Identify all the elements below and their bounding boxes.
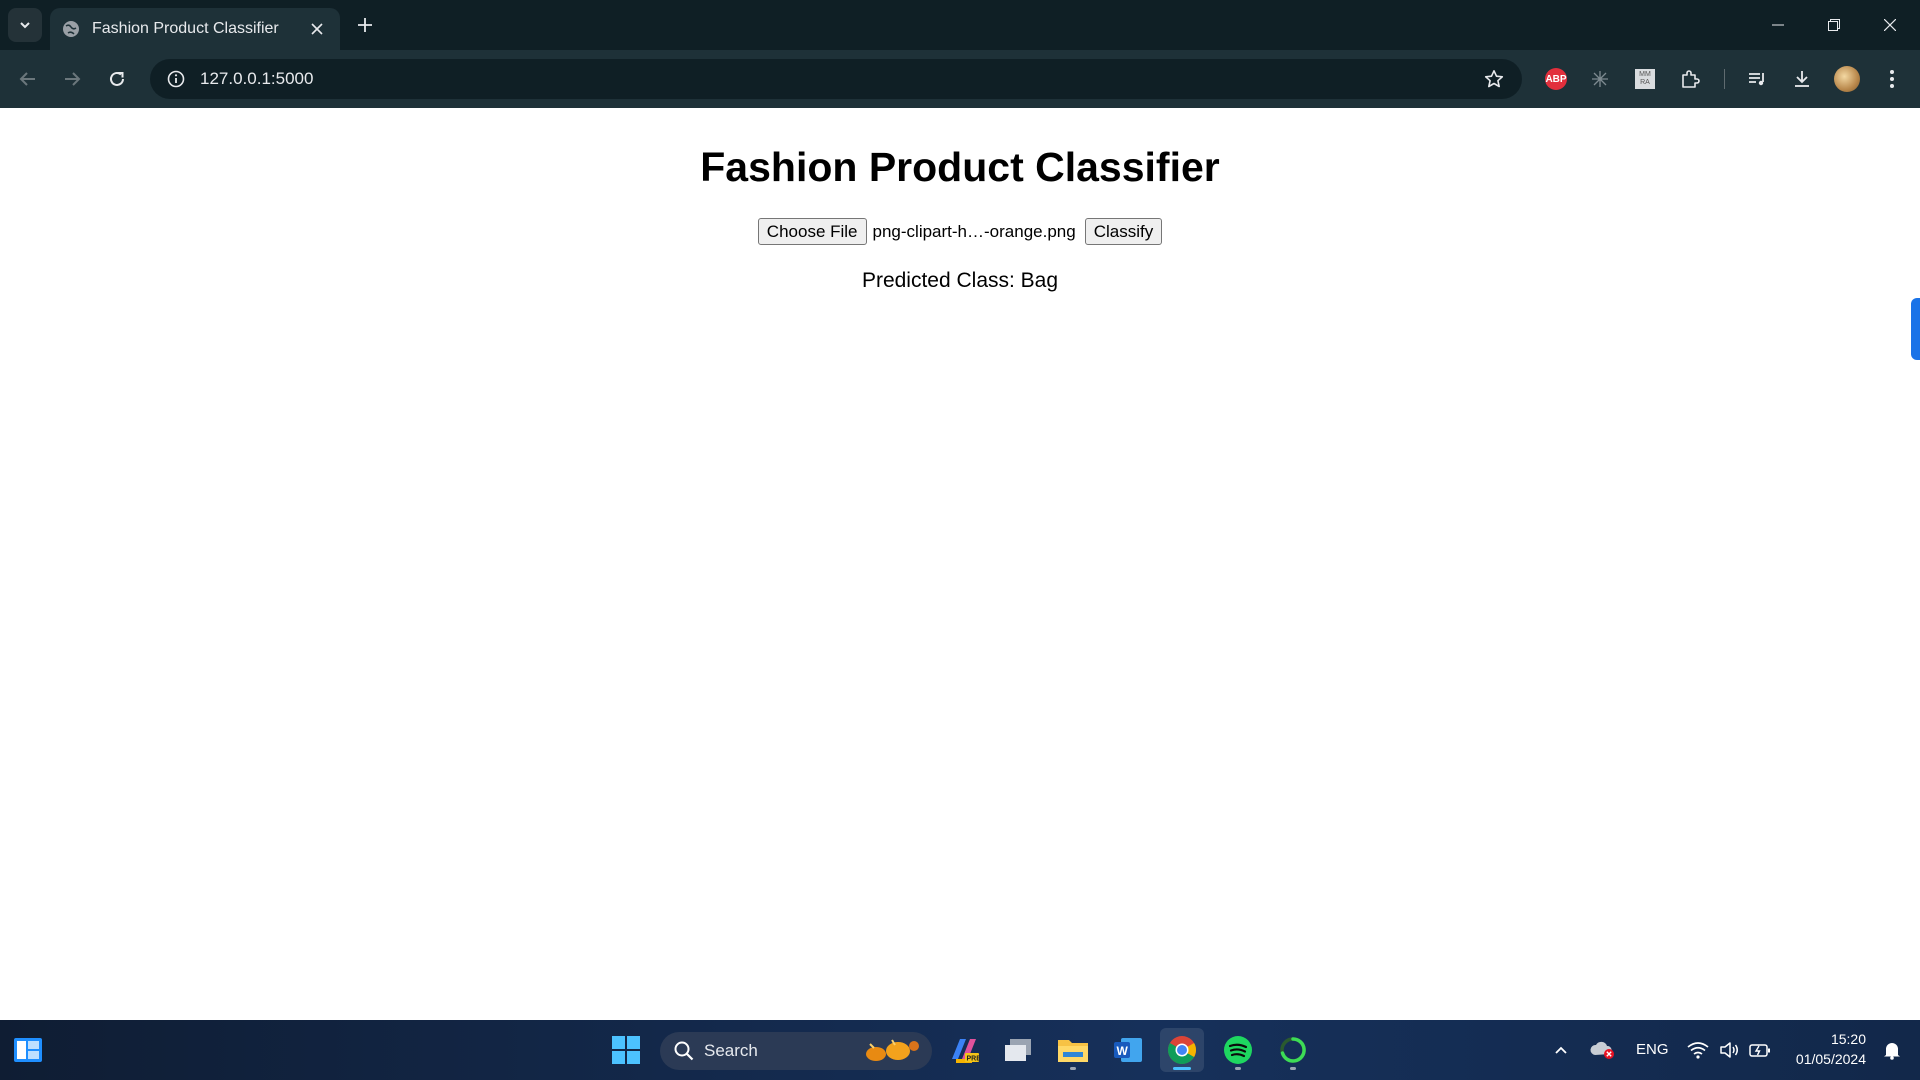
profile-button[interactable] <box>1831 63 1863 95</box>
reload-icon <box>110 71 124 86</box>
clock-date: 01/05/2024 <box>1795 1051 1866 1067</box>
selected-file-name: png-clipart-h…-orange.png <box>872 221 1076 241</box>
close-icon <box>311 23 323 35</box>
windows-logo-icon <box>612 1036 640 1064</box>
running-indicator <box>1290 1067 1296 1070</box>
word-button[interactable]: W <box>1106 1028 1150 1072</box>
search-label: Search <box>704 1041 758 1060</box>
taskbar-search-box[interactable]: Search <box>660 1032 932 1070</box>
page-content: Fashion Product Classifier Choose File p… <box>0 108 1920 1020</box>
minimize-icon <box>1772 24 1784 26</box>
abp-icon: ABP <box>1545 68 1567 90</box>
restore-button[interactable] <box>1806 0 1862 50</box>
start-button[interactable] <box>604 1028 648 1072</box>
onedrive-status-button[interactable] <box>1582 1028 1624 1072</box>
tab-close-button[interactable] <box>306 18 328 40</box>
browser-toolbar: 127.0.0.1:5000 ABP MM RA <box>0 50 1920 108</box>
chevron-down-icon <box>20 22 30 29</box>
tab-title: Fashion Product Classifier <box>92 20 279 37</box>
upload-form: Choose File png-clipart-h…-orange.png Cl… <box>0 218 1920 245</box>
copilot-icon: PRE <box>952 1039 981 1063</box>
adblock-extension-button[interactable]: ABP <box>1540 63 1572 95</box>
bookmark-button[interactable] <box>1476 61 1512 97</box>
svg-text:PRE: PRE <box>967 1056 981 1063</box>
avatar <box>1834 66 1860 92</box>
site-info-button[interactable] <box>156 59 196 99</box>
running-indicator <box>1070 1067 1076 1070</box>
sparkle-extension-button[interactable] <box>1584 63 1616 95</box>
bell-icon <box>1884 1043 1900 1060</box>
chevron-up-icon <box>1555 1046 1567 1054</box>
active-indicator <box>1173 1067 1191 1070</box>
puzzle-icon <box>1682 70 1700 88</box>
show-hidden-icons-button[interactable] <box>1540 1028 1582 1072</box>
tab-search-button[interactable] <box>8 8 42 42</box>
mmra-icon: MM RA <box>1635 69 1655 89</box>
back-button[interactable] <box>12 63 44 95</box>
word-icon: W <box>1114 1038 1142 1062</box>
onedrive-error-icon <box>1590 1041 1614 1059</box>
more-vertical-icon <box>1890 70 1894 88</box>
battery-charging-icon <box>1749 1044 1770 1057</box>
prediction-result: Predicted Class: Bag <box>861 269 1059 292</box>
arrow-left-icon <box>19 72 35 86</box>
chrome-icon <box>1168 1036 1196 1064</box>
choose-file-button[interactable]: Choose File <box>757 218 867 245</box>
browser-tabstrip: Fashion Product Classifier <box>0 0 1920 50</box>
toolbar-divider <box>1724 69 1725 89</box>
language-indicator[interactable]: ENG <box>1636 1041 1669 1058</box>
system-clock[interactable]: 15:20 01/05/2024 <box>1784 1029 1866 1069</box>
restore-icon <box>1828 19 1840 31</box>
loading-app-button[interactable] <box>1271 1028 1315 1072</box>
notifications-button[interactable] <box>1872 1028 1912 1072</box>
browser-tab[interactable]: Fashion Product Classifier <box>50 8 340 50</box>
chrome-menu-button[interactable] <box>1876 63 1908 95</box>
playlist-icon <box>1749 73 1764 86</box>
quick-settings-button[interactable] <box>1676 1028 1782 1072</box>
arrow-right-icon <box>65 72 81 86</box>
search-icon <box>674 1041 694 1061</box>
close-window-button[interactable] <box>1862 0 1918 50</box>
taskbar: Search PRE W ENG 15:20 01/05/2024 <box>0 1020 1920 1080</box>
clock-time: 15:20 <box>1830 1031 1866 1047</box>
address-bar[interactable]: 127.0.0.1:5000 <box>150 59 1522 99</box>
spotify-icon <box>1224 1036 1252 1064</box>
info-icon <box>167 70 185 88</box>
search-highlight-icon <box>866 1039 919 1061</box>
widgets-button[interactable] <box>6 1028 50 1072</box>
chrome-button[interactable] <box>1160 1028 1204 1072</box>
downloads-button[interactable] <box>1786 63 1818 95</box>
running-indicator <box>1235 1067 1241 1070</box>
folder-icon <box>1058 1040 1088 1062</box>
media-controls-button[interactable] <box>1741 63 1773 95</box>
spotify-button[interactable] <box>1216 1028 1260 1072</box>
copilot-button[interactable]: PRE <box>942 1028 986 1072</box>
url-text[interactable]: 127.0.0.1:5000 <box>200 69 1476 89</box>
close-icon <box>1884 19 1896 31</box>
plus-icon <box>358 18 372 32</box>
star-icon <box>1484 70 1504 88</box>
reload-button[interactable] <box>101 63 133 95</box>
wifi-icon <box>1687 1042 1709 1059</box>
download-icon <box>1795 71 1809 87</box>
page-title: Fashion Product Classifier <box>700 144 1220 190</box>
minimize-button[interactable] <box>1750 0 1806 50</box>
classify-button[interactable]: Classify <box>1084 218 1163 245</box>
file-explorer-button[interactable] <box>1051 1028 1095 1072</box>
side-panel-handle[interactable] <box>1911 298 1920 360</box>
task-view-icon <box>1005 1039 1031 1061</box>
new-tab-button[interactable] <box>350 10 380 40</box>
forward-button[interactable] <box>56 63 88 95</box>
task-view-button[interactable] <box>996 1028 1040 1072</box>
loading-ring-icon <box>1280 1037 1306 1063</box>
extensions-button[interactable] <box>1674 63 1706 95</box>
sparkle-icon <box>1592 71 1608 87</box>
widgets-icon <box>14 1038 42 1062</box>
volume-icon <box>1720 1042 1738 1058</box>
svg-text:W: W <box>1117 1044 1129 1058</box>
globe-icon <box>62 20 80 38</box>
mmra-extension-button[interactable]: MM RA <box>1629 63 1661 95</box>
